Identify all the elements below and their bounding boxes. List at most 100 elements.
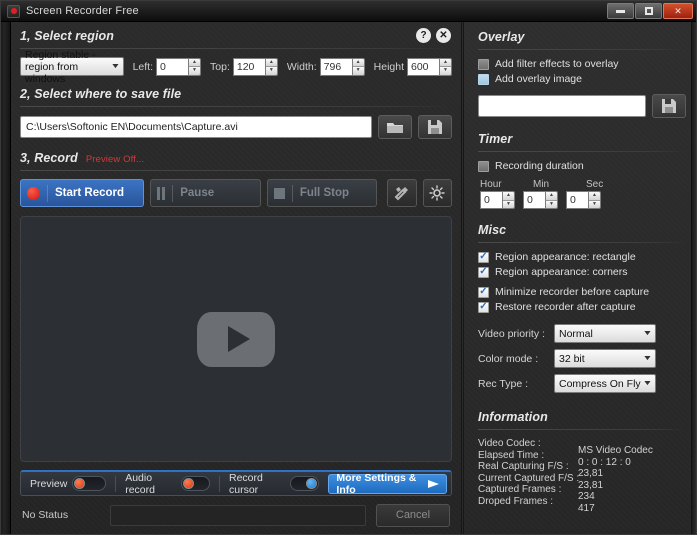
preview-stage[interactable] <box>20 216 452 462</box>
overlay-image-row <box>478 94 686 118</box>
misc-minimize-row[interactable]: Minimize recorder before capture <box>478 286 686 298</box>
browse-folder-button[interactable] <box>378 115 412 139</box>
save-disk-icon <box>661 98 677 114</box>
save-file-button[interactable] <box>418 115 452 139</box>
record-dot-icon <box>27 187 40 200</box>
right-scrollbar[interactable] <box>691 22 696 534</box>
overlay-image-checkbox-row[interactable]: Add overlay image <box>478 73 686 85</box>
increment-icon[interactable]: ▲ <box>503 192 514 201</box>
decrement-icon[interactable]: ▼ <box>589 201 600 209</box>
toggle-audio-switch[interactable] <box>181 476 210 491</box>
tools-button[interactable] <box>387 179 416 207</box>
decrement-icon[interactable]: ▼ <box>266 67 277 75</box>
min-stepper[interactable]: 0 ▲▼ <box>523 191 558 209</box>
recording-duration-checkbox[interactable] <box>478 161 489 172</box>
hour-stepper[interactable]: 0 ▲▼ <box>480 191 515 209</box>
region-corners-label: Region appearance: corners <box>495 266 628 278</box>
left-stepper-buttons[interactable]: ▲▼ <box>188 58 201 76</box>
overlay-filter-checkbox[interactable] <box>478 59 489 70</box>
captured-frames-value: 234 <box>578 491 653 503</box>
section-save-title: 2, Select where to save file <box>20 87 181 101</box>
brightness-button[interactable] <box>423 179 452 207</box>
toggle-audio-record[interactable]: Audio record <box>120 472 215 496</box>
overlay-image-input[interactable] <box>478 95 646 117</box>
misc-rectangle-row[interactable]: Region appearance: rectangle <box>478 251 686 263</box>
toggle-record-cursor[interactable]: Record cursor <box>224 472 324 496</box>
rec-type-select[interactable]: Compress On Fly ▼ <box>554 374 656 393</box>
left-input[interactable]: 0 <box>156 58 188 76</box>
start-record-button[interactable]: Start Record <box>20 179 144 207</box>
recording-duration-row[interactable]: Recording duration <box>478 160 686 172</box>
toggle-preview[interactable]: Preview <box>25 476 111 491</box>
help-icon[interactable]: ? <box>416 28 431 43</box>
pause-icon <box>157 187 165 200</box>
increment-icon[interactable]: ▲ <box>440 59 451 68</box>
video-priority-select[interactable]: Normal ▼ <box>554 324 656 343</box>
color-mode-select[interactable]: 32 bit ▼ <box>554 349 656 368</box>
increment-icon[interactable]: ▲ <box>353 59 364 68</box>
height-stepper-buttons[interactable]: ▲▼ <box>439 58 452 76</box>
minimize-before-capture-checkbox[interactable] <box>478 287 489 298</box>
overlay-image-checkbox[interactable] <box>478 74 489 85</box>
timer-steppers: 0 ▲▼ 0 ▲▼ 0 ▲▼ <box>480 191 686 209</box>
section-record-heading: 3, Record Preview Off... <box>20 151 452 165</box>
region-mode-select[interactable]: Region stable - region from windows ▼ <box>20 57 124 76</box>
increment-icon[interactable]: ▲ <box>266 59 277 68</box>
maximize-button[interactable] <box>635 3 662 19</box>
width-stepper-buttons[interactable]: ▲▼ <box>352 58 365 76</box>
left-stepper[interactable]: 0 ▲▼ <box>156 58 201 76</box>
cancel-button[interactable]: Cancel <box>376 504 450 527</box>
more-settings-button[interactable]: More Settings & Info <box>328 474 447 494</box>
video-priority-label: Video priority : <box>478 328 554 340</box>
chevron-down-icon: ▼ <box>642 355 652 362</box>
droped-frames-label: Droped Frames : <box>478 496 578 508</box>
misc-restore-row[interactable]: Restore recorder after capture <box>478 301 686 313</box>
toggle-preview-switch[interactable] <box>72 476 106 491</box>
app-icon <box>7 5 20 18</box>
misc-corners-row[interactable]: Region appearance: corners <box>478 266 686 278</box>
status-text: No Status <box>22 509 100 521</box>
close-button[interactable]: ✕ <box>663 3 693 19</box>
restore-after-capture-checkbox[interactable] <box>478 302 489 313</box>
min-stepper-buttons[interactable]: ▲▼ <box>545 191 558 209</box>
decrement-icon[interactable]: ▼ <box>189 67 200 75</box>
toggle-cursor-switch[interactable] <box>290 476 319 491</box>
decrement-icon[interactable]: ▼ <box>440 67 451 75</box>
save-path-input[interactable]: C:\Users\Softonic EN\Documents\Capture.a… <box>20 116 372 138</box>
region-rectangle-checkbox[interactable] <box>478 252 489 263</box>
video-priority-value: Normal <box>559 328 593 340</box>
increment-icon[interactable]: ▲ <box>189 59 200 68</box>
overlay-filter-checkbox-row[interactable]: Add filter effects to overlay <box>478 58 686 70</box>
height-input[interactable]: 600 <box>407 58 439 76</box>
region-controls: Region stable - region from windows ▼ Le… <box>20 57 452 76</box>
play-icon <box>228 326 250 352</box>
overlay-save-button[interactable] <box>652 94 686 118</box>
hour-stepper-buttons[interactable]: ▲▼ <box>502 191 515 209</box>
width-stepper[interactable]: 796 ▲▼ <box>320 58 365 76</box>
increment-icon[interactable]: ▲ <box>546 192 557 201</box>
decrement-icon[interactable]: ▼ <box>546 201 557 209</box>
min-input[interactable]: 0 <box>523 191 545 209</box>
height-stepper[interactable]: 600 ▲▼ <box>407 58 452 76</box>
sec-stepper[interactable]: 0 ▲▼ <box>566 191 601 209</box>
top-stepper-buttons[interactable]: ▲▼ <box>265 58 278 76</box>
increment-icon[interactable]: ▲ <box>589 192 600 201</box>
toggle-preview-label: Preview <box>30 478 67 490</box>
decrement-icon[interactable]: ▼ <box>353 67 364 75</box>
region-corners-checkbox[interactable] <box>478 267 489 278</box>
full-stop-button[interactable]: Full Stop <box>267 179 378 207</box>
pause-button[interactable]: Pause <box>150 179 261 207</box>
minimize-icon <box>616 10 625 13</box>
top-input[interactable]: 120 <box>233 58 265 76</box>
width-input[interactable]: 796 <box>320 58 352 76</box>
minimize-button[interactable] <box>607 3 634 19</box>
decrement-icon[interactable]: ▼ <box>503 201 514 209</box>
top-stepper[interactable]: 120 ▲▼ <box>233 58 278 76</box>
folder-icon <box>386 120 404 134</box>
switch-knob <box>183 478 194 489</box>
sec-input[interactable]: 0 <box>566 191 588 209</box>
panel-close-icon[interactable]: ✕ <box>436 28 451 43</box>
sec-stepper-buttons[interactable]: ▲▼ <box>588 191 601 209</box>
left-edge-strip <box>1 22 11 534</box>
hour-input[interactable]: 0 <box>480 191 502 209</box>
